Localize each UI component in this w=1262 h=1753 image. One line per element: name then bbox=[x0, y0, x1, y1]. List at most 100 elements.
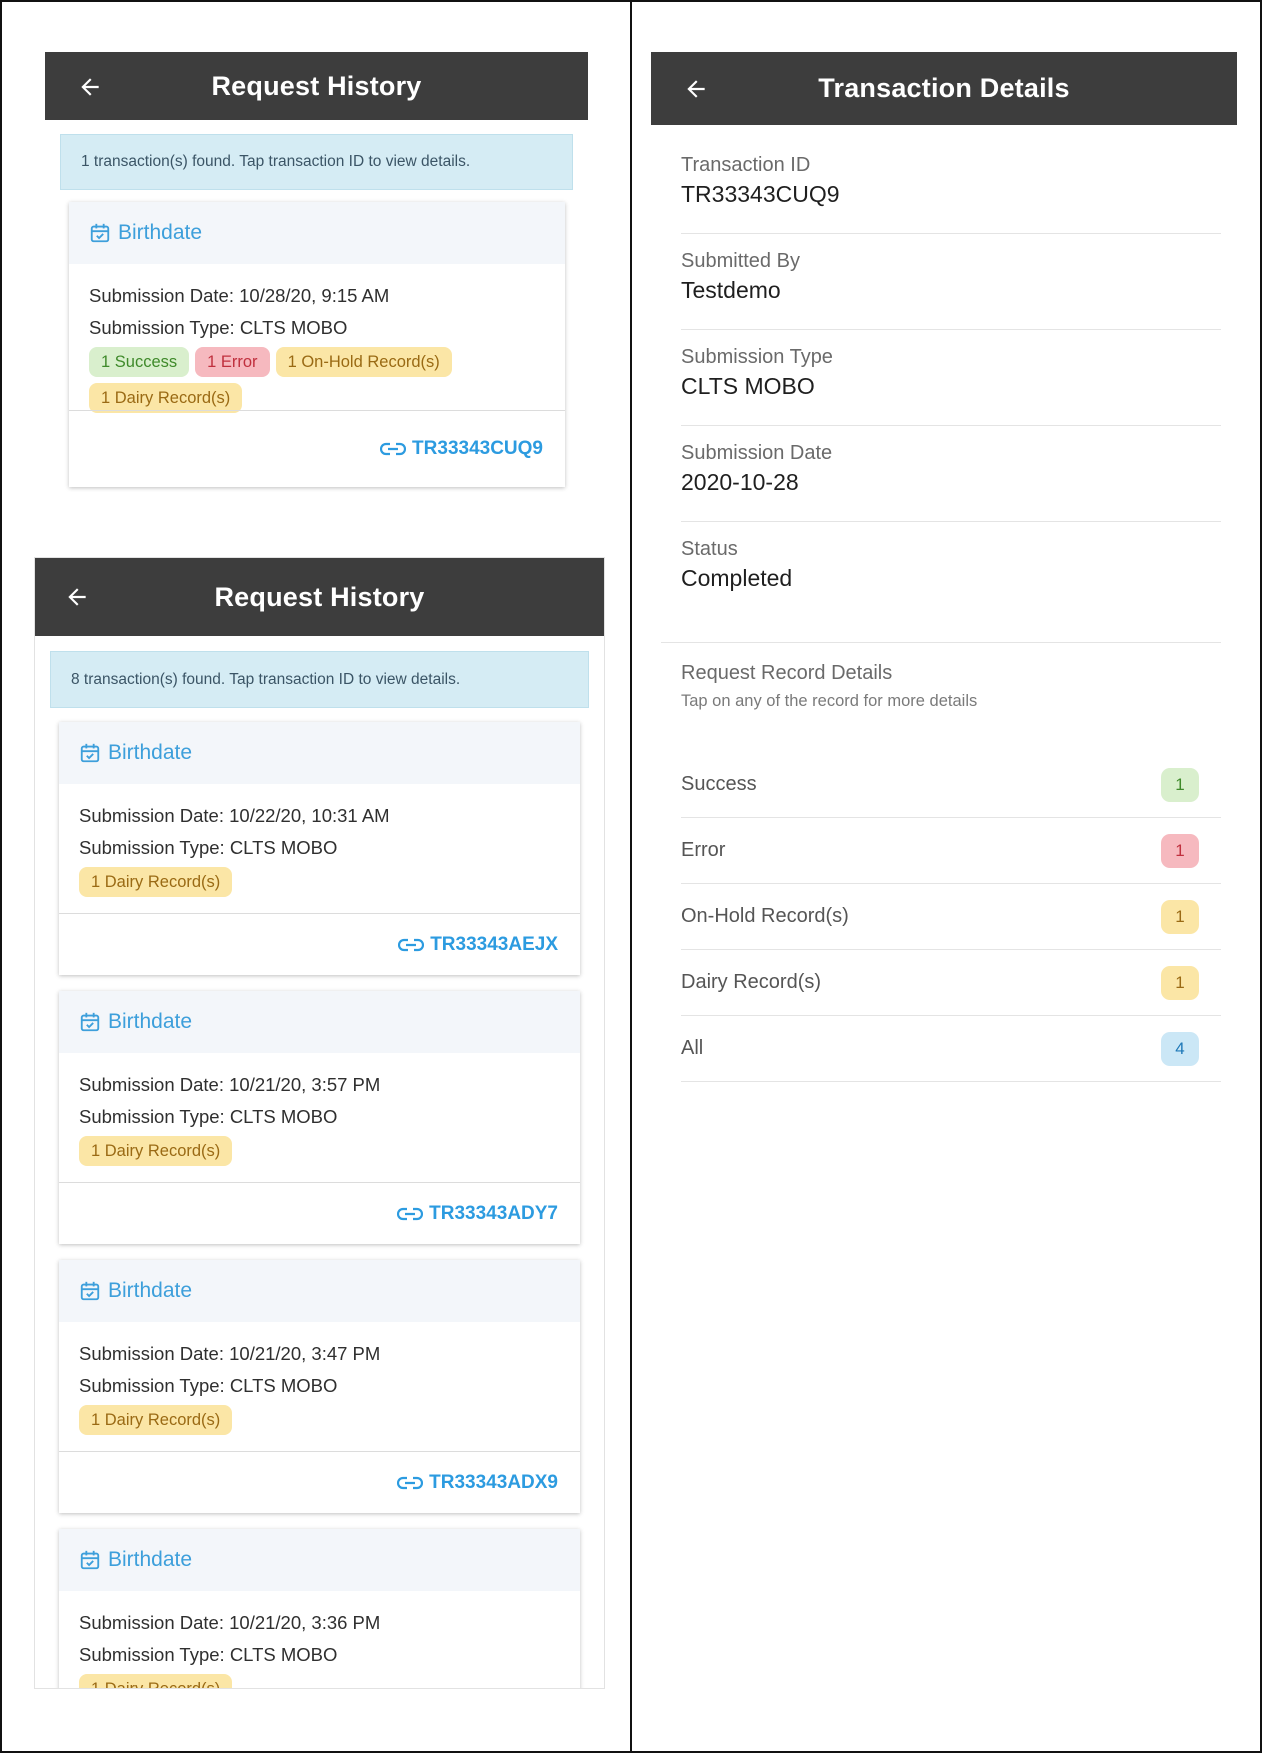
app-bar: Request History bbox=[35, 558, 604, 636]
back-button[interactable] bbox=[60, 580, 94, 614]
card-footer: TR33343ADY7 bbox=[59, 1182, 580, 1244]
field-status: Status Completed bbox=[661, 538, 1221, 643]
status-chips: 1 Success 1 Error 1 On-Hold Record(s) 1 … bbox=[89, 347, 545, 413]
card-header: Birthdate bbox=[59, 1260, 580, 1322]
record-label: Error bbox=[681, 839, 726, 861]
record-count-badge: 1 bbox=[1161, 965, 1199, 1000]
page-title: Request History bbox=[214, 581, 425, 612]
record-row-error[interactable]: Error 1 bbox=[681, 818, 1221, 884]
field-value: TR33343CUQ9 bbox=[681, 181, 840, 207]
card-body: Submission Date: 10/28/20, 9:15 AM Submi… bbox=[69, 264, 565, 413]
submission-type: Submission Type: CLTS MOBO bbox=[79, 837, 338, 858]
status-chips: 1 Dairy Record(s) bbox=[79, 1405, 560, 1435]
field-label: Transaction ID bbox=[681, 154, 811, 176]
arrow-left-icon bbox=[68, 588, 86, 606]
record-label: On-Hold Record(s) bbox=[681, 905, 849, 927]
dairy-chip: 1 Dairy Record(s) bbox=[89, 383, 243, 413]
submission-type: Submission Type: CLTS MOBO bbox=[79, 1644, 338, 1665]
transaction-card: Birthdate Submission Date: 10/28/20, 9:1… bbox=[69, 202, 565, 487]
card-header: Birthdate bbox=[59, 1529, 580, 1591]
submission-type: Submission Type: CLTS MOBO bbox=[79, 1106, 338, 1127]
transaction-id-link[interactable]: TR33343ADX9 bbox=[397, 1472, 558, 1494]
card-body: Submission Date: 10/21/20, 3:36 PM Submi… bbox=[59, 1591, 580, 1688]
field-label: Submission Type bbox=[681, 346, 833, 368]
card-header: Birthdate bbox=[59, 722, 580, 784]
status-chips: 1 Dairy Record(s) bbox=[79, 1136, 560, 1166]
records-hint: Tap on any of the record for more detail… bbox=[681, 692, 978, 710]
dairy-chip: 1 Dairy Record(s) bbox=[79, 867, 233, 897]
field-value: 2020-10-28 bbox=[681, 469, 799, 495]
field-value: CLTS MOBO bbox=[681, 373, 815, 399]
transaction-card: Birthdate Submission Date: 10/22/20, 10:… bbox=[59, 722, 580, 975]
field-value: Completed bbox=[681, 565, 793, 591]
back-button[interactable] bbox=[679, 72, 713, 106]
record-row-on-hold[interactable]: On-Hold Record(s) 1 bbox=[681, 884, 1221, 950]
transaction-card: Birthdate Submission Date: 10/21/20, 3:4… bbox=[59, 1260, 580, 1513]
field-submitted-by: Submitted By Testdemo bbox=[681, 250, 1221, 330]
record-count-badge: 1 bbox=[1161, 833, 1199, 868]
submission-type: Submission Type: CLTS MOBO bbox=[79, 1375, 338, 1396]
field-transaction-id: Transaction ID TR33343CUQ9 bbox=[681, 154, 1221, 234]
card-header: Birthdate bbox=[59, 991, 580, 1053]
calendar-check-icon bbox=[80, 743, 100, 763]
record-count-badge: 4 bbox=[1161, 1031, 1199, 1066]
field-label: Submission Date bbox=[681, 442, 833, 464]
transaction-details-screen: Transaction Details Transaction ID TR333… bbox=[651, 52, 1237, 1122]
field-label: Status bbox=[681, 538, 738, 560]
transaction-id: TR33343ADY7 bbox=[429, 1202, 558, 1224]
app-bar: Request History bbox=[45, 52, 588, 120]
card-heading: Birthdate bbox=[108, 1548, 193, 1571]
record-label: Dairy Record(s) bbox=[681, 971, 822, 993]
card-header: Birthdate bbox=[69, 202, 565, 264]
record-row-all[interactable]: All 4 bbox=[681, 1016, 1221, 1082]
card-heading: Birthdate bbox=[108, 741, 193, 764]
transaction-id-link[interactable]: TR33343AEJX bbox=[398, 934, 558, 956]
arrow-left-icon bbox=[81, 78, 99, 96]
transaction-id-link[interactable]: TR33343ADY7 bbox=[397, 1203, 558, 1225]
record-label: All bbox=[681, 1037, 704, 1059]
field-submission-date: Submission Date 2020-10-28 bbox=[681, 442, 1221, 522]
back-button[interactable] bbox=[73, 70, 107, 104]
records-heading: Request Record Details bbox=[681, 662, 893, 684]
transaction-id-link[interactable]: TR33343CUQ9 bbox=[380, 438, 543, 460]
arrow-left-icon bbox=[687, 80, 705, 98]
column-divider bbox=[630, 0, 632, 1753]
submission-date: Submission Date: 10/22/20, 10:31 AM bbox=[79, 805, 390, 826]
dairy-chip: 1 Dairy Record(s) bbox=[79, 1136, 233, 1166]
on-hold-chip: 1 On-Hold Record(s) bbox=[275, 347, 452, 377]
link-icon bbox=[380, 442, 407, 456]
submission-date: Submission Date: 10/21/20, 3:57 PM bbox=[79, 1074, 381, 1095]
app-bar: Transaction Details bbox=[651, 52, 1237, 125]
submission-date: Submission Date: 10/21/20, 3:36 PM bbox=[79, 1612, 381, 1633]
record-row-dairy[interactable]: Dairy Record(s) 1 bbox=[681, 950, 1221, 1016]
submission-date: Submission Date: 10/21/20, 3:47 PM bbox=[79, 1343, 381, 1364]
card-heading: Birthdate bbox=[108, 1279, 193, 1302]
dairy-chip: 1 Dairy Record(s) bbox=[79, 1405, 233, 1435]
status-chips: 1 Dairy Record(s) bbox=[79, 1674, 560, 1688]
transaction-card: Birthdate Submission Date: 10/21/20, 3:5… bbox=[59, 991, 580, 1244]
transaction-id: TR33343AEJX bbox=[430, 933, 558, 955]
calendar-check-icon bbox=[90, 223, 110, 243]
card-heading: Birthdate bbox=[108, 1010, 193, 1033]
card-footer: TR33343AEJX bbox=[59, 913, 580, 975]
error-chip: 1 Error bbox=[195, 347, 270, 377]
request-history-screen-list: Request History 8 transaction(s) found. … bbox=[34, 557, 605, 1689]
submission-type: Submission Type: CLTS MOBO bbox=[89, 317, 348, 338]
success-chip: 1 Success bbox=[89, 347, 190, 377]
submission-date: Submission Date: 10/28/20, 9:15 AM bbox=[89, 285, 390, 306]
record-label: Success bbox=[681, 773, 757, 795]
dairy-chip: 1 Dairy Record(s) bbox=[79, 1674, 233, 1688]
calendar-check-icon bbox=[80, 1550, 100, 1570]
record-row-success[interactable]: Success 1 bbox=[681, 752, 1221, 818]
link-icon bbox=[398, 938, 425, 951]
field-label: Submitted By bbox=[681, 250, 800, 272]
field-value: Testdemo bbox=[681, 277, 781, 303]
record-count-badge: 1 bbox=[1161, 899, 1199, 934]
link-icon bbox=[397, 1207, 424, 1220]
results-banner: 8 transaction(s) found. Tap transaction … bbox=[50, 651, 589, 708]
card-footer: TR33343ADX9 bbox=[59, 1451, 580, 1513]
record-count-badge: 1 bbox=[1161, 767, 1199, 802]
request-history-screen-single: Request History 1 transaction(s) found. … bbox=[45, 52, 588, 492]
calendar-check-icon bbox=[80, 1012, 100, 1032]
field-submission-type: Submission Type CLTS MOBO bbox=[681, 346, 1221, 426]
